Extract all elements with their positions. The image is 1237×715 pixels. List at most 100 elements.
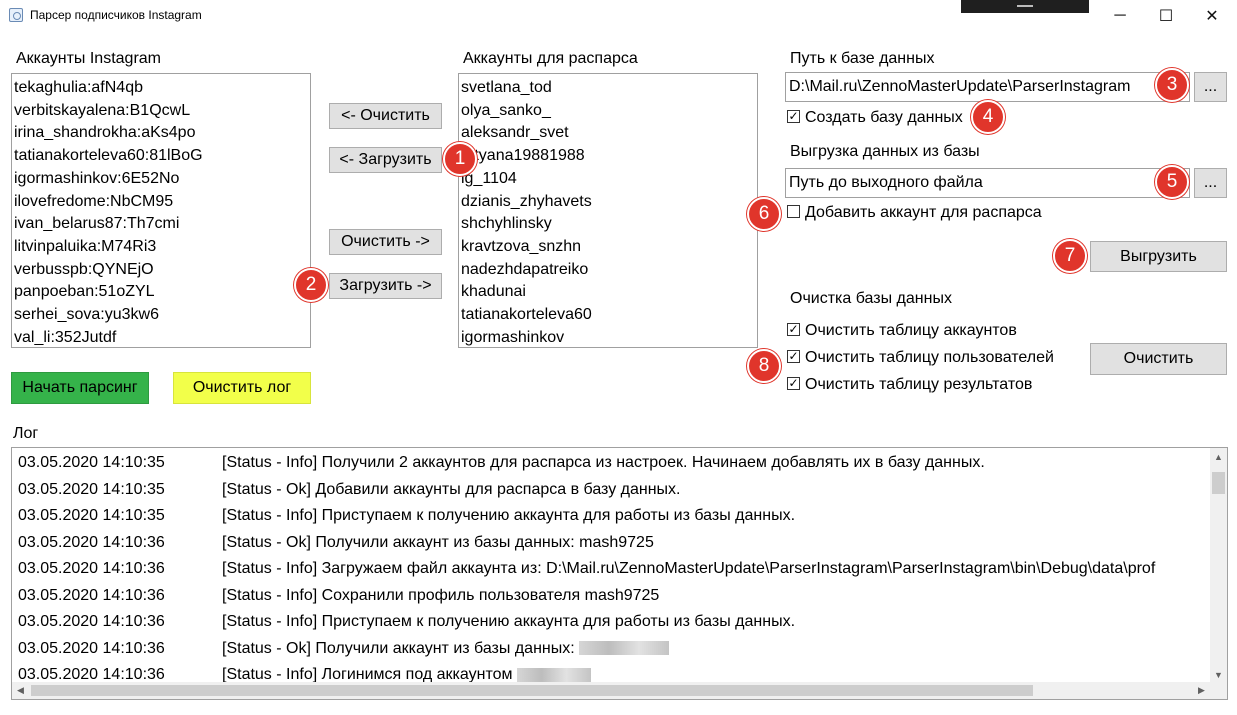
log-timestamp: 03.05.2020 14:10:35 <box>18 454 165 471</box>
list-item[interactable]: svetlana_tod <box>459 77 757 100</box>
list-item[interactable]: dzianis_zhyhavets <box>459 191 757 214</box>
list-item[interactable]: nadezhdapatreiko <box>459 259 757 282</box>
log-timestamp: 03.05.2020 14:10:36 <box>18 533 165 551</box>
badge-1: 1 <box>443 142 477 176</box>
list-item[interactable]: val_li:352Jutdf <box>12 327 310 347</box>
add-account-checkbox[interactable] <box>787 205 800 218</box>
log-message-text: [Status - Ok] Получили аккаунт из базы д… <box>222 533 654 551</box>
log-message-text: [Status - Ok] Добавили аккаунты для расп… <box>222 480 681 498</box>
log-message: [Status - Ok] Получили аккаунт из базы д… <box>222 640 669 658</box>
list-item[interactable]: igormashinkov <box>459 327 757 347</box>
clear-users-label: Очистить таблицу пользователей <box>805 349 1054 366</box>
clear-users-checkbox[interactable]: ✓ <box>787 350 800 363</box>
log-horizontal-scrollbar[interactable]: ◀ ▶ <box>12 682 1227 699</box>
badge-2: 2 <box>294 268 328 302</box>
log-message-text: [Status - Info] Приступаем к получению а… <box>222 507 796 524</box>
badge-7: 7 <box>1053 239 1087 273</box>
accounts-label: Аккаунты Instagram <box>16 50 161 67</box>
list-item[interactable]: tatianakorteleva60 <box>459 304 757 327</box>
load-left-button[interactable]: <- Загрузить <box>329 147 442 173</box>
clear-right-button[interactable]: Очистить -> <box>329 229 442 255</box>
clear-accounts-checkbox[interactable]: ✓ <box>787 323 800 336</box>
minimize-icon[interactable]: ─ <box>1097 2 1143 30</box>
list-item[interactable]: panpoeban:51oZYL <box>12 281 310 304</box>
badge-5: 5 <box>1155 165 1189 199</box>
log-message: [Status - Info] Сохранили профиль пользо… <box>222 587 659 605</box>
list-item[interactable]: tekaghulia:afN4qb <box>12 77 310 100</box>
badge-4: 4 <box>971 100 1005 134</box>
vertical-scroll-thumb[interactable] <box>1212 472 1225 494</box>
list-item[interactable]: tatianakorteleva60:81lBoG <box>12 145 310 168</box>
log-message: [Status - Info] Загружаем файл аккаунта … <box>222 560 1155 578</box>
window-title: Парсер подписчиков Instagram <box>30 8 202 22</box>
log-vertical-scrollbar[interactable]: ▲ ▼ <box>1210 448 1227 683</box>
scroll-right-icon[interactable]: ▶ <box>1193 682 1210 699</box>
log-message-text: [Status - Info] Приступаем к получению а… <box>222 613 796 630</box>
clear-accounts-label: Очистить таблицу аккаунтов <box>805 322 1017 339</box>
list-item[interactable]: ig_1104 <box>459 168 757 191</box>
parse-accounts-listbox[interactable]: svetlana_tod olya_sanko_ aleksandr_svet tat… <box>458 73 758 348</box>
list-item[interactable]: irina_shandrokha:aKs4po <box>12 122 310 145</box>
log-message: [Status - Info] Получили 2 аккаунтов для… <box>222 454 985 472</box>
scroll-up-icon[interactable]: ▲ <box>1210 448 1227 465</box>
log-message: [Status - Ok] Получили аккаунт из базы д… <box>222 534 654 552</box>
log-message: [Status - Ok] Добавили аккаунты для расп… <box>222 481 681 499</box>
parse-accounts-label: Аккаунты для распарса <box>463 50 638 67</box>
list-item[interactable]: verbusspb:QYNEjO <box>12 259 310 282</box>
load-right-button[interactable]: Загрузить -> <box>329 273 442 299</box>
list-item[interactable]: verbitskayalena:B1QcwL <box>12 100 310 123</box>
clear-results-label: Очистить таблицу результатов <box>805 376 1033 393</box>
clear-left-button[interactable]: <- Очистить <box>329 103 442 129</box>
log-message-text: [Status - Info] Загружаем файл аккаунта … <box>222 560 1156 577</box>
db-browse-button[interactable]: ... <box>1194 72 1227 102</box>
log-message-text: [Status - Info] Сохранили профиль пользо… <box>222 586 660 604</box>
badge-3: 3 <box>1155 68 1189 102</box>
list-item[interactable]: ilovefredome:NbCM95 <box>12 191 310 214</box>
create-db-checkbox[interactable]: ✓ <box>787 110 800 123</box>
scroll-down-icon[interactable]: ▼ <box>1210 666 1227 683</box>
log-timestamp: 03.05.2020 14:10:36 <box>18 639 165 657</box>
log-message: [Status - Info] Приступаем к получению а… <box>222 613 795 631</box>
list-item[interactable]: olya_sanko_ <box>459 100 757 123</box>
list-item[interactable]: igormashinkov:6E52No <box>12 168 310 191</box>
export-button[interactable]: Выгрузить <box>1090 241 1227 272</box>
clear-log-button[interactable]: Очистить лог <box>173 372 311 404</box>
maximize-icon[interactable]: ☐ <box>1143 2 1189 30</box>
accounts-listbox[interactable]: tekaghulia:afN4qb verbitskayalena:B1QcwL i… <box>11 73 311 348</box>
log-timestamp: 03.05.2020 14:10:35 <box>18 480 165 498</box>
clear-results-checkbox[interactable]: ✓ <box>787 377 800 390</box>
export-label: Выгрузка данных из базы <box>790 143 980 160</box>
log-message-text: [Status - Ok] Получили аккаунт из базы д… <box>222 639 575 657</box>
list-item[interactable]: ivan_belarus87:Th7cmi <box>12 213 310 236</box>
output-file-field[interactable]: Путь до выходного файла <box>785 168 1190 198</box>
log-message-text: [Status - Info] Получили 2 аккаунтов для… <box>222 454 985 471</box>
add-account-label: Добавить аккаунт для распарса <box>805 204 1042 221</box>
db-path-field[interactable]: D:\Mail.ru\ZennoMasterUpdate\ParserInsta… <box>785 72 1190 102</box>
output-browse-button[interactable]: ... <box>1194 168 1227 198</box>
log-list[interactable]: 03.05.2020 14:10:36 [Status - Info] Логин… <box>11 447 1228 700</box>
list-item[interactable]: litvinpaluika:M74Ri3 <box>12 236 310 259</box>
list-item[interactable]: kravtzova_snzhn <box>459 236 757 259</box>
log-timestamp: 03.05.2020 14:10:36 <box>18 560 165 577</box>
cleanup-button[interactable]: Очистить <box>1090 343 1227 375</box>
log-message: [Status - Info] Приступаем к получению а… <box>222 507 795 525</box>
app-icon <box>9 8 23 22</box>
horizontal-scroll-thumb[interactable] <box>31 685 1033 696</box>
list-item[interactable]: khadunai <box>459 281 757 304</box>
db-path-label: Путь к базе данных <box>790 50 935 67</box>
list-item[interactable]: aleksandr_svet <box>459 122 757 145</box>
badge-8: 8 <box>747 349 781 383</box>
scroll-left-icon[interactable]: ◀ <box>12 682 29 699</box>
badge-6: 6 <box>747 197 781 231</box>
close-icon[interactable]: ✕ <box>1189 2 1235 30</box>
log-timestamp: 03.05.2020 14:10:36 <box>18 613 165 630</box>
log-timestamp: 03.05.2020 14:10:36 <box>18 586 165 604</box>
log-label: Лог <box>13 425 39 442</box>
list-item[interactable]: serhei_sova:yu3kw6 <box>12 304 310 327</box>
cleanup-label: Очистка базы данных <box>790 290 952 307</box>
list-item[interactable]: tatyana19881988 <box>459 145 757 168</box>
log-message-text: [Status - Info] Логинимся под аккаунтом <box>222 666 513 683</box>
log-timestamp: 03.05.2020 14:10:35 <box>18 507 165 524</box>
start-parsing-button[interactable]: Начать парсинг <box>11 372 149 404</box>
list-item[interactable]: shchyhlinsky <box>459 213 757 236</box>
